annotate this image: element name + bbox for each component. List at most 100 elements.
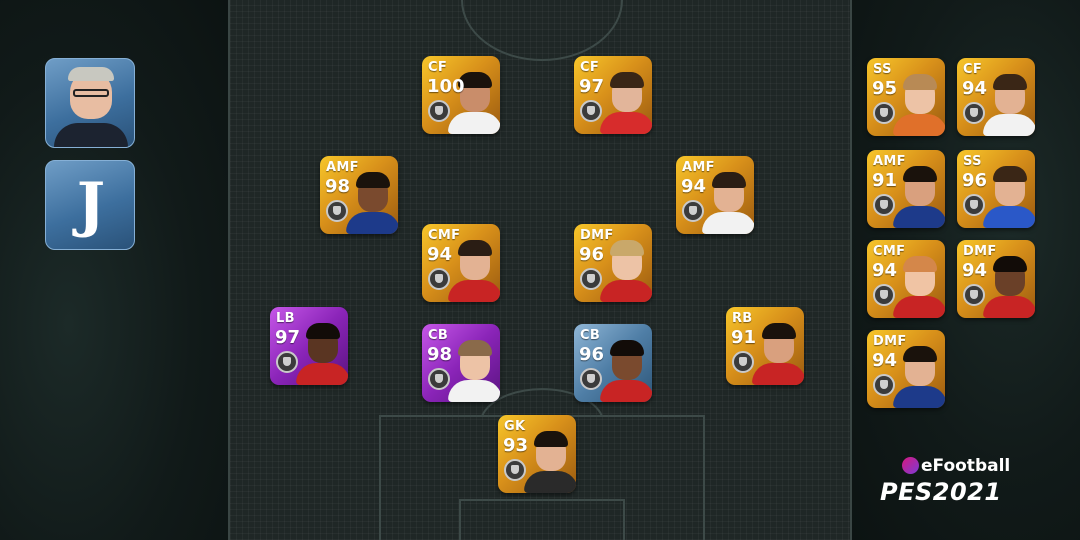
player-position: AMF bbox=[873, 154, 906, 169]
club-badge-icon bbox=[428, 268, 450, 290]
player-shirt bbox=[702, 212, 754, 234]
subs-player-card[interactable]: CMF 94 bbox=[867, 240, 945, 318]
club-badge-icon bbox=[732, 351, 754, 373]
lineup-player-card[interactable]: GK 93 bbox=[498, 415, 576, 493]
player-rating: 94 bbox=[962, 78, 988, 99]
lineup-player-card[interactable]: CF 100 bbox=[422, 56, 500, 134]
lineup-player-card[interactable]: CF 97 bbox=[574, 56, 652, 134]
player-shirt bbox=[600, 380, 652, 402]
player-hair bbox=[993, 256, 1027, 272]
club-badge-icon bbox=[428, 368, 450, 390]
player-position: CF bbox=[428, 60, 448, 75]
subs-player-card[interactable]: DMF 94 bbox=[957, 240, 1035, 318]
club-badge-icon bbox=[326, 200, 348, 222]
manager-hair bbox=[68, 67, 114, 81]
club-badge-icon bbox=[580, 368, 602, 390]
player-position: CF bbox=[580, 60, 600, 75]
efootball-wordmark: eFootball bbox=[902, 456, 1010, 476]
player-rating: 96 bbox=[579, 344, 605, 365]
player-rating: 94 bbox=[427, 244, 453, 265]
player-hair bbox=[993, 74, 1027, 90]
subs-player-card[interactable]: CF 94 bbox=[957, 58, 1035, 136]
player-hair bbox=[903, 166, 937, 182]
subs-player-card[interactable]: AMF 91 bbox=[867, 150, 945, 228]
player-position: DMF bbox=[963, 244, 997, 259]
club-badge-icon bbox=[873, 102, 895, 124]
lineup-player-card[interactable]: CMF 94 bbox=[422, 224, 500, 302]
player-hair bbox=[534, 431, 568, 447]
player-portrait bbox=[600, 336, 652, 402]
club-badge-icon bbox=[580, 100, 602, 122]
player-hair bbox=[762, 323, 796, 339]
player-position: SS bbox=[963, 154, 982, 169]
player-hair bbox=[993, 166, 1027, 182]
manager-card[interactable] bbox=[45, 58, 135, 148]
player-position: DMF bbox=[580, 228, 614, 243]
club-badge-icon bbox=[682, 200, 704, 222]
team-crest-card[interactable]: J bbox=[45, 160, 135, 250]
player-portrait bbox=[448, 336, 500, 402]
player-shirt bbox=[524, 471, 576, 493]
player-shirt bbox=[600, 280, 652, 302]
player-position: SS bbox=[873, 62, 892, 77]
player-rating: 93 bbox=[503, 435, 529, 456]
player-rating: 94 bbox=[872, 260, 898, 281]
player-hair bbox=[903, 74, 937, 90]
player-shirt bbox=[893, 296, 945, 318]
player-portrait bbox=[600, 236, 652, 302]
player-shirt bbox=[600, 112, 652, 134]
club-badge-icon bbox=[963, 102, 985, 124]
subs-player-card[interactable]: SS 96 bbox=[957, 150, 1035, 228]
club-badge-icon bbox=[276, 351, 298, 373]
pes2021-logo: eFootball PES2021 bbox=[878, 456, 1028, 506]
player-rating: 100 bbox=[427, 76, 465, 97]
player-hair bbox=[610, 72, 644, 88]
player-shirt bbox=[983, 206, 1035, 228]
player-shirt bbox=[448, 112, 500, 134]
player-rating: 96 bbox=[579, 244, 605, 265]
player-portrait bbox=[702, 168, 754, 234]
player-position: CMF bbox=[428, 228, 461, 243]
subs-player-card[interactable]: SS 95 bbox=[867, 58, 945, 136]
player-portrait bbox=[983, 162, 1035, 228]
player-shirt bbox=[448, 380, 500, 402]
player-hair bbox=[458, 340, 492, 356]
player-position: LB bbox=[276, 311, 295, 326]
player-hair bbox=[356, 172, 390, 188]
lineup-player-card[interactable]: CB 98 bbox=[422, 324, 500, 402]
lineup-player-card[interactable]: RB 91 bbox=[726, 307, 804, 385]
player-hair bbox=[903, 346, 937, 362]
club-badge-icon bbox=[580, 268, 602, 290]
club-badge-icon bbox=[963, 284, 985, 306]
player-shirt bbox=[893, 206, 945, 228]
player-hair bbox=[903, 256, 937, 272]
player-portrait bbox=[524, 427, 576, 493]
player-rating: 97 bbox=[579, 76, 605, 97]
player-rating: 94 bbox=[681, 176, 707, 197]
lineup-player-card[interactable]: DMF 96 bbox=[574, 224, 652, 302]
player-position: AMF bbox=[326, 160, 359, 175]
player-shirt bbox=[296, 363, 348, 385]
player-portrait bbox=[893, 162, 945, 228]
player-rating: 97 bbox=[275, 327, 301, 348]
lineup-player-card[interactable]: AMF 98 bbox=[320, 156, 398, 234]
lineup-player-card[interactable]: LB 97 bbox=[270, 307, 348, 385]
efootball-text: eFootball bbox=[921, 456, 1011, 476]
player-hair bbox=[458, 240, 492, 256]
club-badge-icon bbox=[428, 100, 450, 122]
club-badge-icon bbox=[873, 194, 895, 216]
player-portrait bbox=[983, 252, 1035, 318]
club-badge-icon bbox=[963, 194, 985, 216]
player-portrait bbox=[752, 319, 804, 385]
player-shirt bbox=[893, 386, 945, 408]
efootball-e-icon bbox=[902, 457, 919, 474]
player-rating: 95 bbox=[872, 78, 898, 99]
lineup-player-card[interactable]: CB 96 bbox=[574, 324, 652, 402]
subs-player-card[interactable]: DMF 94 bbox=[867, 330, 945, 408]
player-position: CF bbox=[963, 62, 983, 77]
club-badge-icon bbox=[504, 459, 526, 481]
player-portrait bbox=[346, 168, 398, 234]
player-position: CMF bbox=[873, 244, 906, 259]
player-shirt bbox=[346, 212, 398, 234]
lineup-player-card[interactable]: AMF 94 bbox=[676, 156, 754, 234]
